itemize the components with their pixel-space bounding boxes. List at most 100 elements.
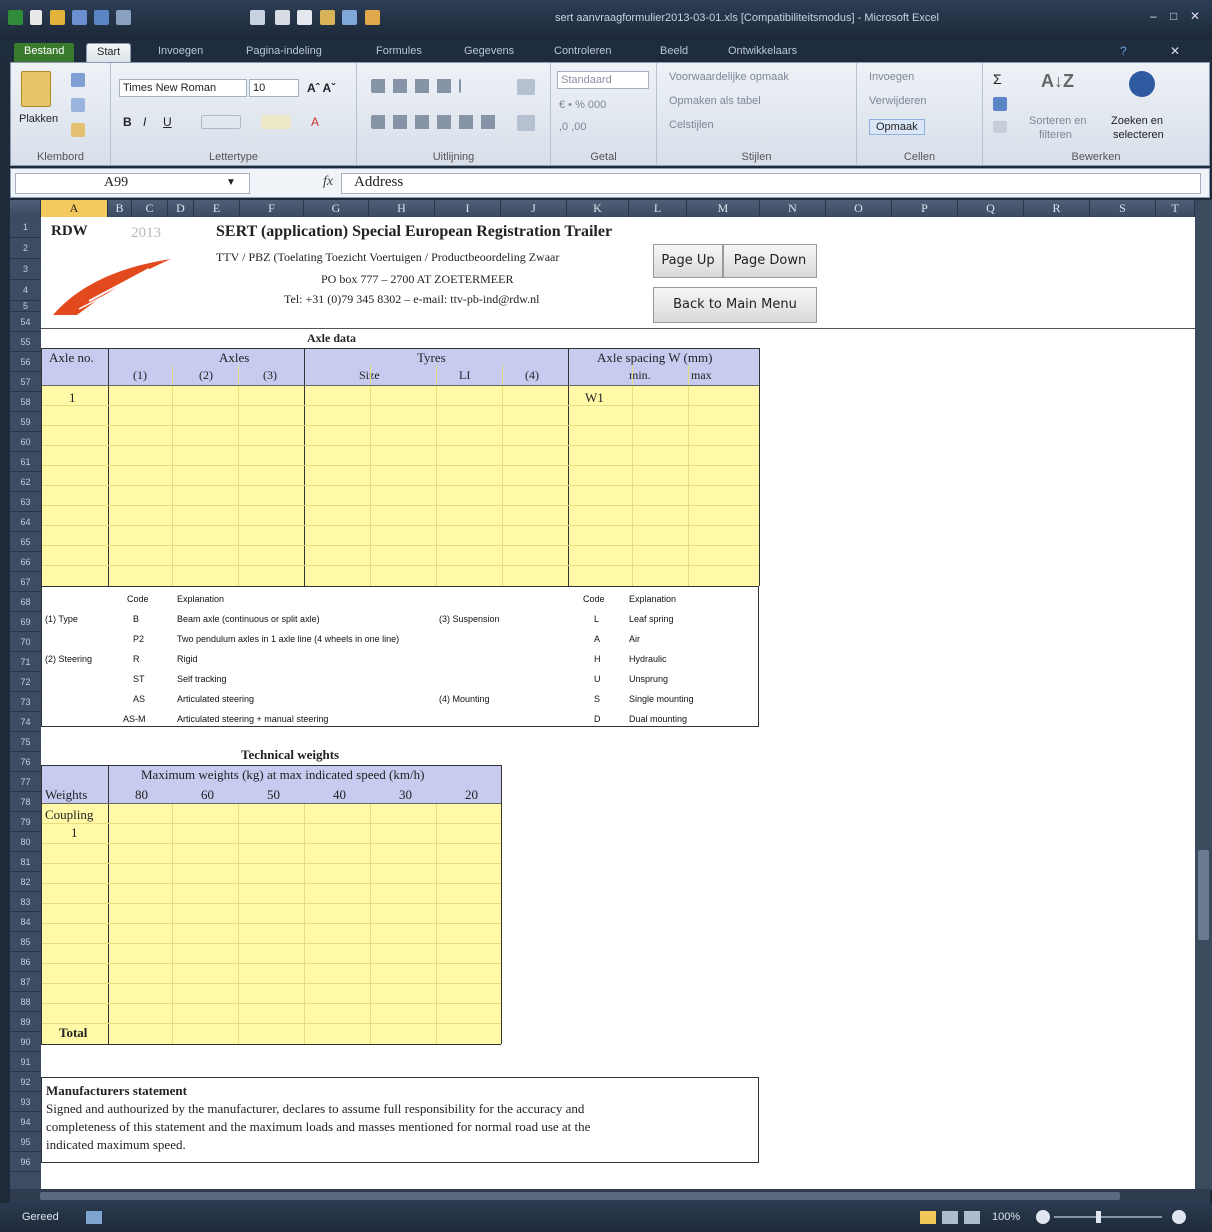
column-header[interactable]: A [41,200,108,217]
font-color-icon[interactable]: A [311,115,319,129]
horizontal-scrollbar[interactable] [10,1189,1210,1203]
row-header[interactable]: 71 [10,652,41,672]
column-header[interactable]: J [501,200,567,217]
row-header[interactable]: 61 [10,452,41,472]
close-icon[interactable]: ✕ [1190,9,1200,23]
zoom-slider[interactable] [1054,1216,1162,1218]
toolbar-icon[interactable] [275,10,290,25]
column-header[interactable]: K [567,200,629,217]
formula-input[interactable]: Address [341,173,1201,194]
row-header[interactable]: 63 [10,492,41,512]
row-header[interactable]: 75 [10,732,41,752]
row-header[interactable]: 58 [10,392,41,412]
font-name-select[interactable]: Times New Roman [119,79,247,97]
macro-record-icon[interactable] [86,1211,102,1224]
row-header[interactable]: 72 [10,672,41,692]
row-header[interactable]: 93 [10,1092,41,1112]
column-header[interactable]: H [369,200,435,217]
align-left-icon[interactable] [371,115,501,129]
tab-developer[interactable]: Ontwikkelaars [718,43,807,62]
save-icon[interactable] [72,10,87,25]
column-header[interactable]: I [435,200,501,217]
row-header[interactable]: 89 [10,1012,41,1032]
tab-formulas[interactable]: Formules [366,43,432,62]
zoom-out-icon[interactable] [1036,1210,1050,1224]
binoculars-icon[interactable] [1129,71,1155,97]
column-header[interactable]: L [629,200,687,217]
wrap-text-icon[interactable] [517,79,535,95]
column-header[interactable]: E [194,200,240,217]
tab-home[interactable]: Start [86,43,132,62]
autosum-icon[interactable]: Σ [993,71,1002,87]
number-format-icons[interactable]: € • % 000 [559,99,606,111]
page-down-button[interactable]: Page Down [723,244,817,278]
vertical-scrollbar[interactable] [1195,200,1212,1190]
row-header[interactable]: 82 [10,872,41,892]
page-up-button[interactable]: Page Up [653,244,723,278]
row-header[interactable]: 86 [10,952,41,972]
normal-view-icon[interactable] [920,1211,936,1224]
find-select-label-2[interactable]: selecteren [1113,129,1164,141]
row-header[interactable]: 70 [10,632,41,652]
row-header[interactable]: 54 [10,312,41,332]
row-header[interactable]: 57 [10,372,41,392]
zoom-slider-thumb[interactable] [1096,1211,1101,1223]
row-header[interactable]: 78 [10,792,41,812]
tab-insert[interactable]: Invoegen [148,43,213,62]
number-format-select[interactable]: Standaard [557,71,649,89]
insert-function-icon[interactable]: fx [323,174,333,190]
tab-data[interactable]: Gegevens [454,43,524,62]
row-header[interactable]: 64 [10,512,41,532]
bold-icon[interactable]: B [123,115,132,129]
format-painter-icon[interactable] [71,123,85,137]
toolbar-icon[interactable] [320,10,335,25]
copy-icon[interactable] [71,98,85,112]
row-header[interactable]: 88 [10,992,41,1012]
column-header[interactable]: D [168,200,194,217]
row-header[interactable]: 79 [10,812,41,832]
fill-color-icon[interactable] [261,115,291,129]
conditional-format-button[interactable]: Voorwaardelijke opmaak [669,71,789,83]
column-header[interactable]: Q [958,200,1024,217]
tab-view[interactable]: Beeld [650,43,698,62]
maximize-icon[interactable]: □ [1170,9,1177,23]
row-header[interactable]: 83 [10,892,41,912]
page-layout-view-icon[interactable] [942,1211,958,1224]
column-header[interactable]: C [132,200,168,217]
delete-cells-button[interactable]: Verwijderen [869,95,926,107]
print-icon[interactable] [116,10,131,25]
decimal-icons[interactable]: ,0 ,00 [559,121,587,133]
row-header[interactable]: 90 [10,1032,41,1052]
name-box-dropdown-icon[interactable]: ▼ [226,177,236,188]
sort-filter-label-2[interactable]: filteren [1039,129,1072,141]
tab-page-layout[interactable]: Pagina-indeling [236,43,332,62]
scroll-thumb[interactable] [1198,850,1209,940]
font-size-select[interactable]: 10 [249,79,299,97]
align-top-icon[interactable] [371,79,461,93]
format-cells-button[interactable]: Opmaak [869,119,925,135]
row-header[interactable]: 92 [10,1072,41,1092]
column-header[interactable]: P [892,200,958,217]
row-header[interactable]: 4 [10,280,41,301]
row-header[interactable]: 87 [10,972,41,992]
grow-font-icon[interactable]: Aˆ Aˇ [307,81,335,95]
open-folder-icon[interactable] [50,10,65,25]
column-header[interactable]: N [760,200,826,217]
scroll-thumb[interactable] [40,1192,1120,1200]
column-header[interactable]: T [1156,200,1195,217]
row-header[interactable]: 74 [10,712,41,732]
row-header[interactable]: 95 [10,1132,41,1152]
workbook-close-icon[interactable]: ✕ [1170,44,1180,58]
column-header[interactable]: S [1090,200,1156,217]
toolbar-icon[interactable] [297,10,312,25]
cell-styles-button[interactable]: Celstijlen [669,119,714,131]
sort-filter-label-1[interactable]: Sorteren en [1029,115,1086,127]
row-header[interactable]: 62 [10,472,41,492]
name-box[interactable]: A99 [15,173,250,194]
row-header[interactable]: 67 [10,572,41,592]
sort-filter-icon[interactable]: A↓Z [1041,71,1074,92]
fill-icon[interactable] [993,97,1007,111]
row-header[interactable]: 2 [10,238,41,259]
row-header[interactable]: 73 [10,692,41,712]
row-header[interactable]: 96 [10,1152,41,1172]
